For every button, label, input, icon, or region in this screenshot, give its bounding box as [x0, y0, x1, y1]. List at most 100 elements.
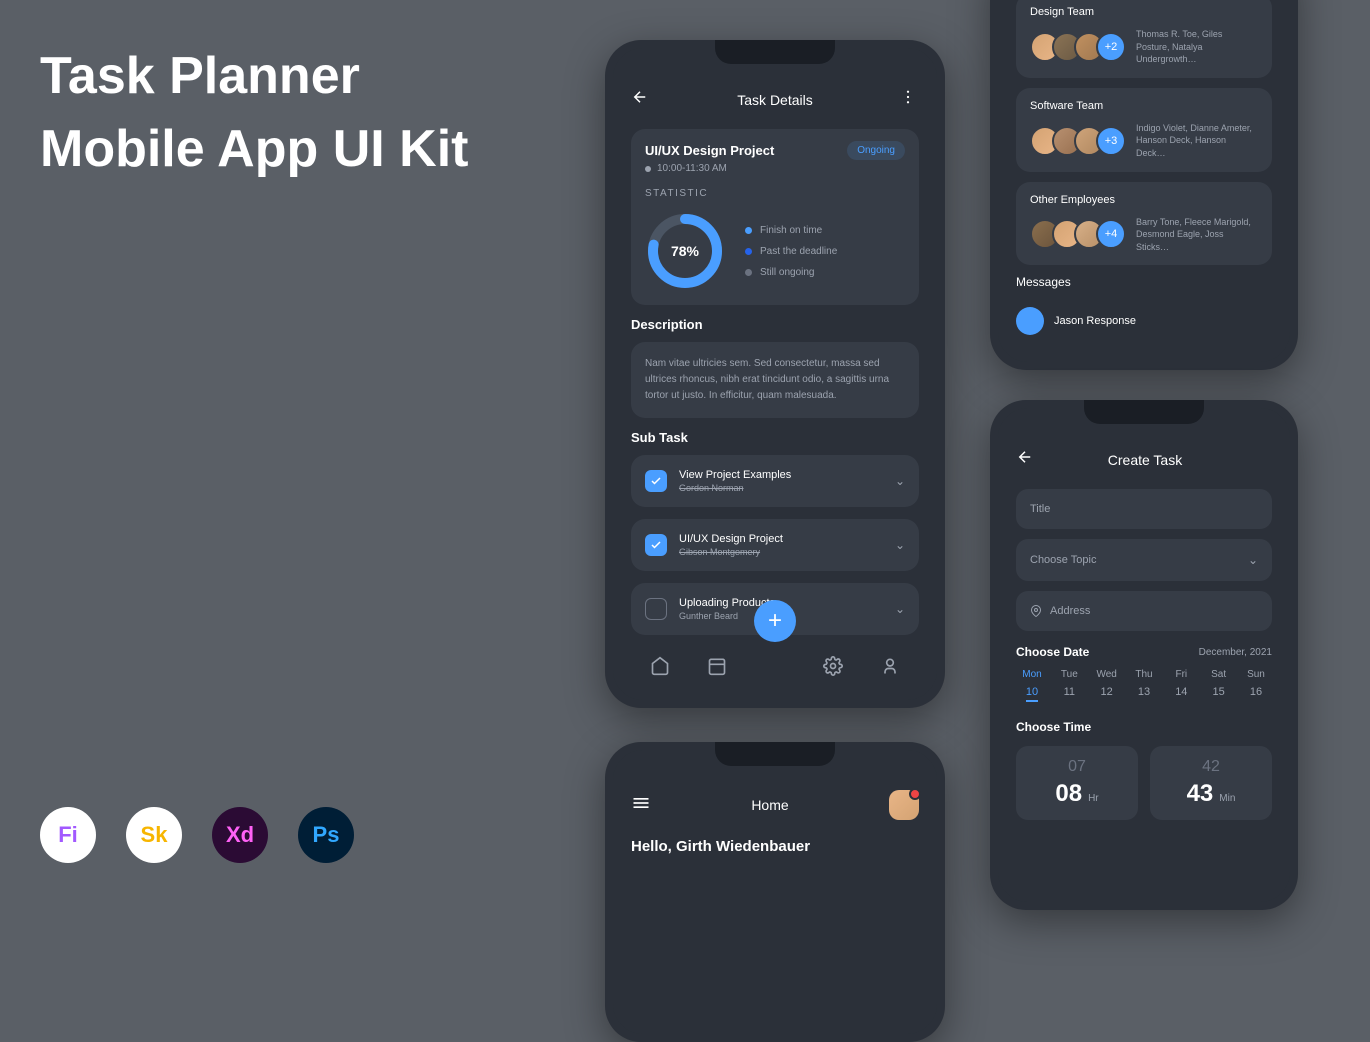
minute-picker[interactable]: 42 43Min [1150, 746, 1272, 820]
description-card: Nam vitae ultricies sem. Sed consectetur… [631, 342, 919, 418]
back-icon[interactable] [1016, 448, 1036, 471]
add-button[interactable]: + [754, 600, 796, 642]
xd-icon: Xd [212, 807, 268, 863]
legend-label: Past the deadline [760, 246, 837, 257]
chevron-down-icon: ⌄ [1248, 553, 1258, 567]
date-label: Choose Date [1016, 645, 1089, 659]
page-title: Task Planner Mobile App UI Kit [40, 40, 468, 186]
date-picker: Mon10 Tue11 Wed12 Thu13 Fri14 Sat15 Sun1… [1016, 669, 1272, 702]
team-card[interactable]: Software Team +3 Indigo Violet, Dianne A… [1016, 88, 1272, 172]
team-card[interactable]: Other Employees +4 Barry Tone, Fleece Ma… [1016, 182, 1272, 266]
title-line-1: Task Planner [40, 40, 468, 113]
day-item[interactable]: Fri14 [1165, 669, 1197, 702]
donut-chart: 78% [645, 211, 725, 291]
time-row: 10:00-11:30 AM [645, 163, 905, 174]
home-icon[interactable] [650, 656, 670, 676]
avatar-count: +2 [1096, 32, 1126, 62]
sketch-icon: Sk [126, 807, 182, 863]
time-faded: 07 [1028, 758, 1126, 776]
checkbox-unchecked[interactable] [645, 598, 667, 620]
pin-icon [1030, 605, 1042, 617]
subtask-author: Gordon Norman [679, 483, 883, 493]
description-title: Description [631, 317, 919, 332]
date-month: December, 2021 [1199, 647, 1272, 658]
checkbox-checked[interactable] [645, 470, 667, 492]
back-icon[interactable] [631, 88, 651, 111]
message-name: Jason Response [1054, 315, 1136, 327]
time-picker: 07 08Hr 42 43Min [1016, 746, 1272, 820]
screen-title: Home [651, 797, 889, 813]
figma-icon: Fi [40, 807, 96, 863]
legend-dot-icon [745, 227, 752, 234]
donut-percent: 78% [671, 243, 699, 259]
message-item[interactable]: Jason Response [1016, 299, 1272, 343]
messages-title: Messages [1016, 275, 1272, 289]
time-value: 43 [1187, 780, 1214, 808]
legend-label: Finish on time [760, 225, 822, 236]
time-label: Choose Time [1016, 720, 1272, 734]
team-card[interactable]: Design Team +2 Thomas R. Toe, Giles Post… [1016, 0, 1272, 78]
legend-dot-icon [745, 248, 752, 255]
avatar [1016, 307, 1044, 335]
screen-title: Create Task [1036, 452, 1254, 468]
day-item[interactable]: Wed12 [1091, 669, 1123, 702]
team-name: Other Employees [1030, 194, 1258, 206]
time-unit: Min [1219, 793, 1235, 804]
chevron-down-icon[interactable]: ⌄ [895, 602, 905, 616]
title-input[interactable]: Title [1016, 489, 1272, 529]
avatar-stack: +3 [1030, 126, 1126, 156]
statistic-label: STATISTIC [645, 188, 905, 199]
day-item[interactable]: Thu13 [1128, 669, 1160, 702]
address-input[interactable]: Address [1016, 591, 1272, 631]
legend-item: Finish on time [745, 225, 837, 236]
topic-select[interactable]: Choose Topic⌄ [1016, 539, 1272, 581]
time-dot-icon [645, 166, 651, 172]
avatar-with-notification[interactable] [889, 790, 919, 820]
subtask-item[interactable]: View Project Examples Gordon Norman ⌄ [631, 455, 919, 507]
day-item[interactable]: Tue11 [1053, 669, 1085, 702]
title-line-2: Mobile App UI Kit [40, 113, 468, 186]
project-card: UI/UX Design Project 10:00-11:30 AM Ongo… [631, 129, 919, 305]
day-item[interactable]: Sun16 [1240, 669, 1272, 702]
day-item[interactable]: Sat15 [1203, 669, 1235, 702]
subtask-name: View Project Examples [679, 469, 883, 481]
time-value: 08 [1055, 780, 1082, 808]
calendar-icon[interactable] [707, 656, 727, 676]
gear-icon[interactable] [823, 656, 843, 676]
description-text: Nam vitae ultricies sem. Sed consectetur… [645, 356, 905, 404]
legend-label: Still ongoing [760, 267, 814, 278]
tool-icons-row: Fi Sk Xd Ps [40, 807, 354, 863]
time-text: 10:00-11:30 AM [657, 163, 727, 174]
chevron-down-icon[interactable]: ⌄ [895, 474, 905, 488]
legend-item: Still ongoing [745, 267, 837, 278]
checkbox-checked[interactable] [645, 534, 667, 556]
team-name: Software Team [1030, 100, 1258, 112]
chevron-down-icon[interactable]: ⌄ [895, 538, 905, 552]
menu-icon[interactable] [631, 793, 651, 818]
photoshop-icon: Ps [298, 807, 354, 863]
legend-dot-icon [745, 269, 752, 276]
home-screen: Home Hello, Girth Wiedenbauer [605, 742, 945, 1042]
team-name: Design Team [1030, 6, 1258, 18]
chart-legend: Finish on time Past the deadline Still o… [745, 225, 837, 278]
avatar-count: +4 [1096, 219, 1126, 249]
subtask-title: Sub Task [631, 430, 919, 445]
hour-picker[interactable]: 07 08 Hr [1016, 746, 1138, 820]
screen-title: Task Details [651, 92, 899, 108]
avatar-count: +3 [1096, 126, 1126, 156]
subtask-item[interactable]: UI/UX Design Project Gibson Montgomery ⌄ [631, 519, 919, 571]
input-placeholder: Address [1050, 605, 1090, 617]
team-members: Indigo Violet, Dianne Ameter, Hanson Dec… [1136, 122, 1258, 160]
greeting-text: Hello, Girth Wiedenbauer [631, 838, 919, 855]
more-icon[interactable] [899, 88, 919, 111]
avatar-stack: +2 [1030, 32, 1126, 62]
day-item[interactable]: Mon10 [1016, 669, 1048, 702]
employees-screen: All Project Employees Design Team +2 Tho… [990, 0, 1298, 370]
task-details-screen: Task Details UI/UX Design Project 10:00-… [605, 40, 945, 708]
time-unit: Hr [1088, 793, 1099, 804]
profile-icon[interactable] [880, 656, 900, 676]
subtask-name: UI/UX Design Project [679, 533, 883, 545]
status-badge: Ongoing [847, 141, 905, 160]
team-members: Barry Tone, Fleece Marigold, Desmond Eag… [1136, 216, 1258, 254]
subtask-author: Gibson Montgomery [679, 547, 883, 557]
